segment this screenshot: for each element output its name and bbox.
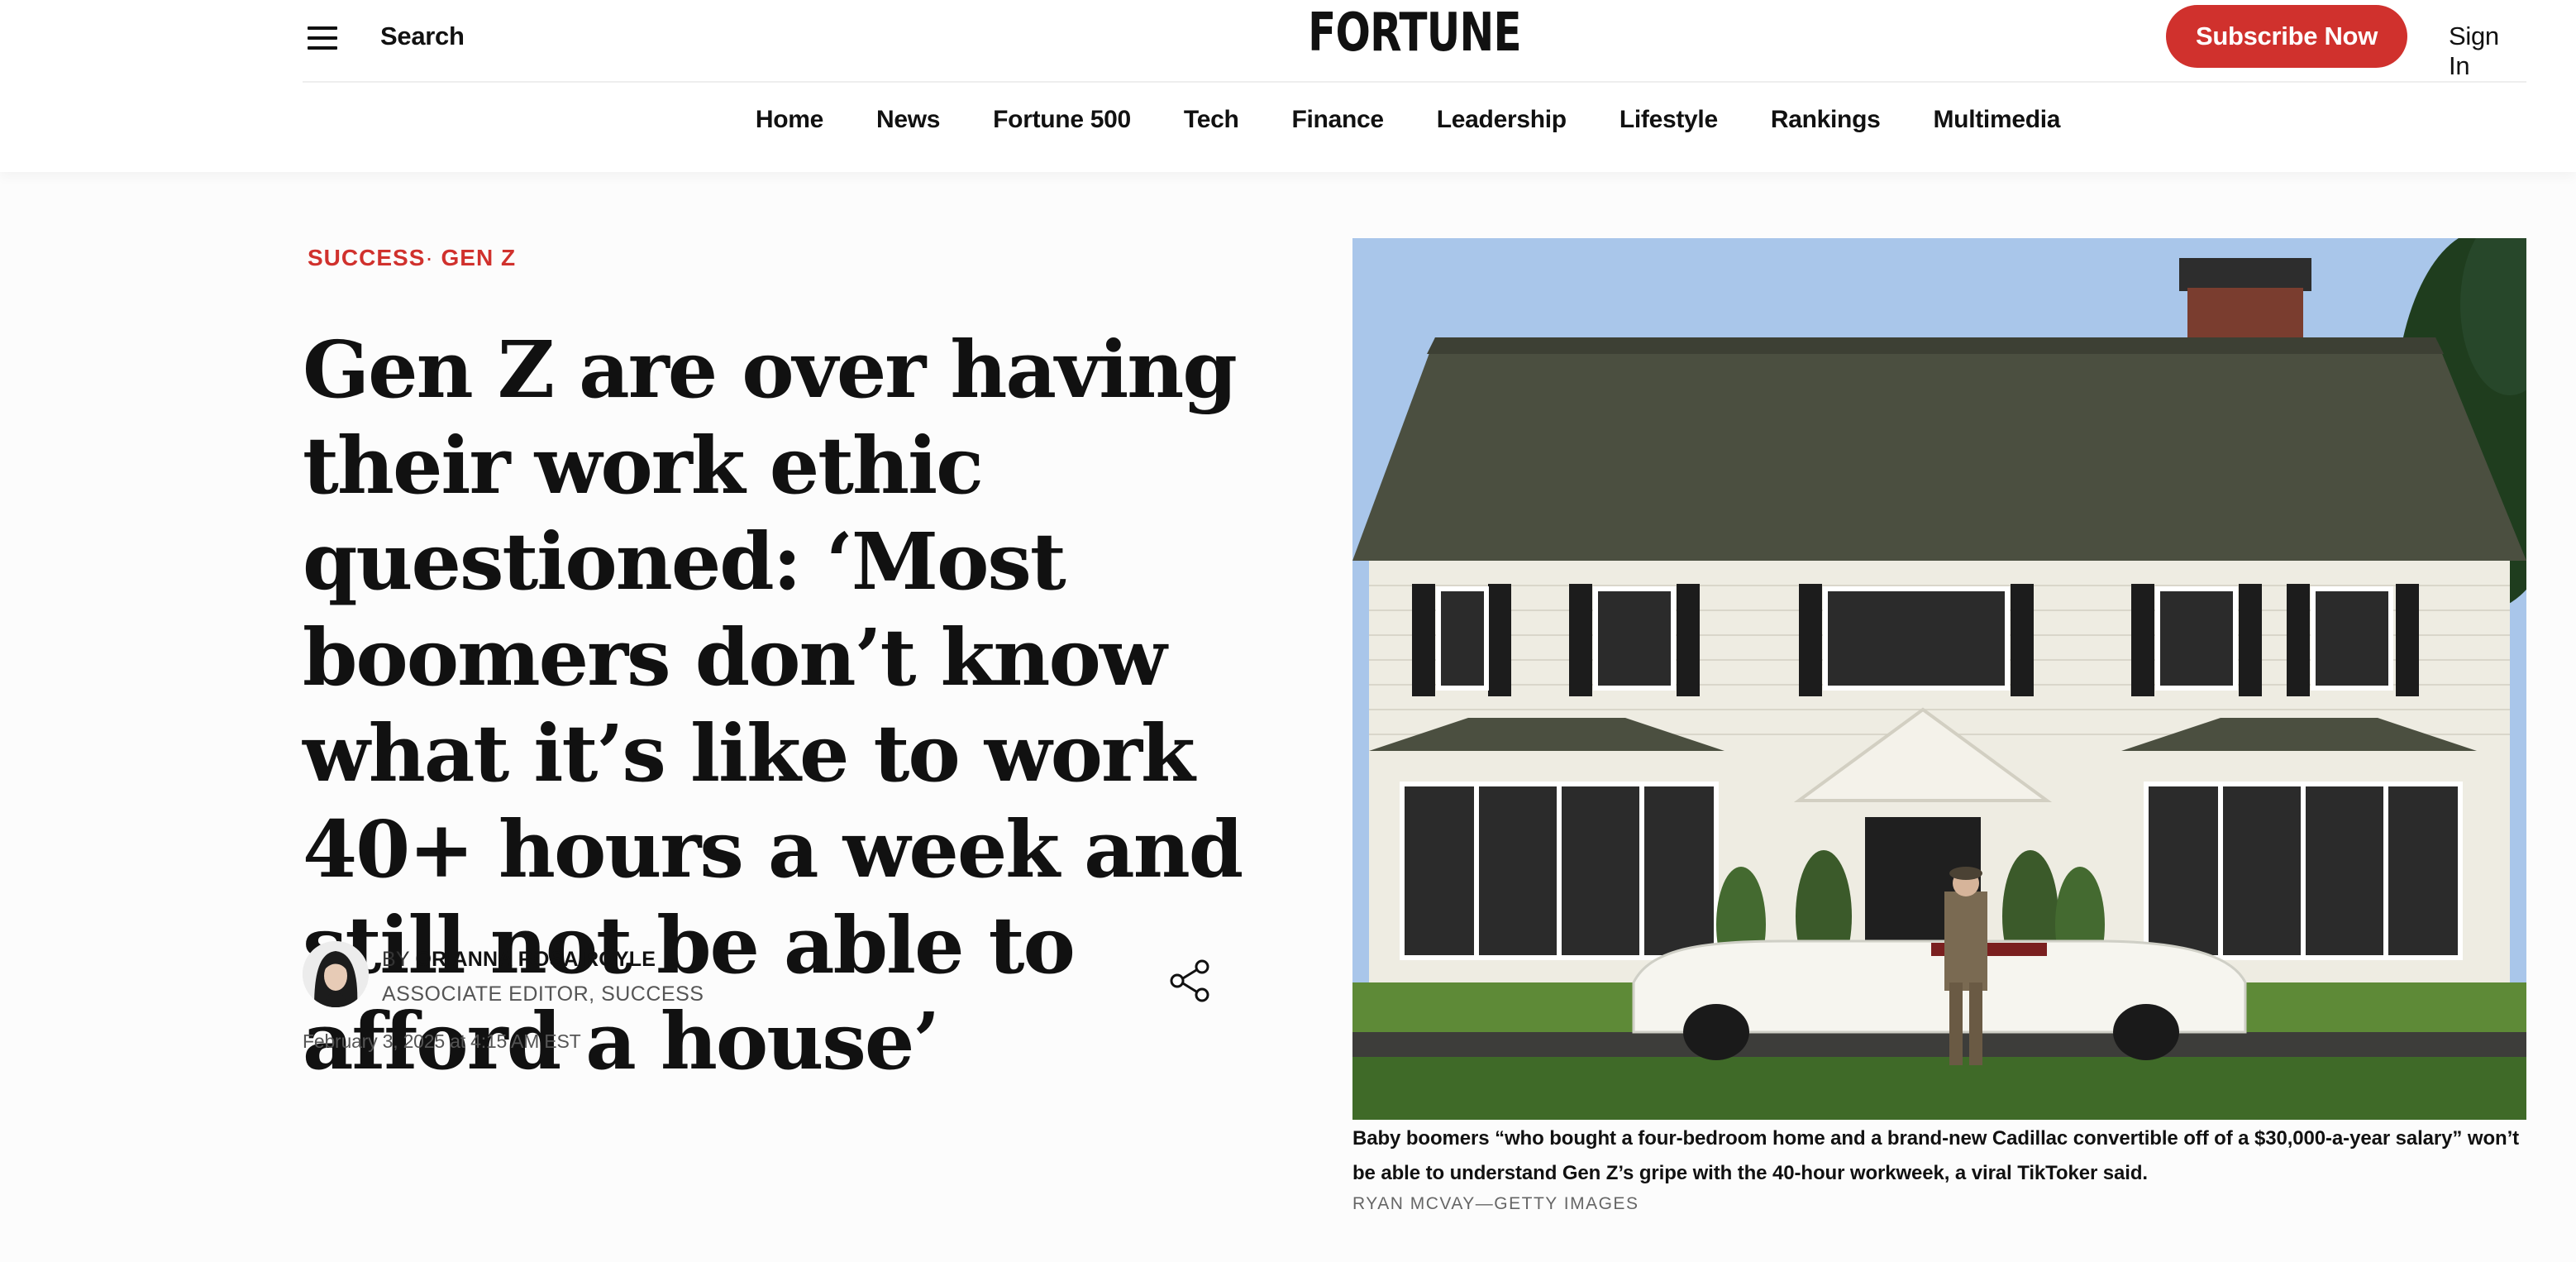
sign-in-link[interactable]: Sign In <box>2449 22 2526 81</box>
author-avatar[interactable] <box>303 941 369 1007</box>
main-nav: Home News Fortune 500 Tech Finance Leade… <box>0 106 2576 147</box>
nav-item-finance[interactable]: Finance <box>1292 106 1385 147</box>
site-header: Search FORTUNE Subscribe Now Sign In Hom… <box>0 0 2576 172</box>
share-icon[interactable] <box>1167 958 1214 1004</box>
publish-date: February 3, 2025 at 4:15 AM EST <box>303 1030 581 1052</box>
author-name-link[interactable]: ORIANNA ROSA ROYLE <box>415 948 656 971</box>
hamburger-menu-icon[interactable] <box>306 22 339 55</box>
hero-image <box>1352 238 2526 1120</box>
nav-item-fortune-500[interactable]: Fortune 500 <box>993 106 1131 147</box>
image-caption: Baby boomers “who bought a four-bedroom … <box>1352 1127 2520 1184</box>
category-separator: · <box>425 245 434 270</box>
nav-item-multimedia[interactable]: Multimedia <box>1933 106 2060 147</box>
nav-item-rankings[interactable]: Rankings <box>1771 106 1881 147</box>
nav-item-leadership[interactable]: Leadership <box>1437 106 1567 147</box>
nav-item-lifestyle[interactable]: Lifestyle <box>1620 106 1718 147</box>
top-bar: Search FORTUNE Subscribe Now Sign In <box>303 0 2526 83</box>
category-success-link[interactable]: SUCCESS <box>308 245 425 270</box>
byline-prefix: BY <box>382 948 410 971</box>
author-role: ASSOCIATE EDITOR, SUCCESS <box>382 982 704 1006</box>
nav-item-home[interactable]: Home <box>756 106 823 147</box>
search-button[interactable]: Search <box>380 22 465 51</box>
nav-item-tech[interactable]: Tech <box>1184 106 1239 147</box>
category-gen-z-link[interactable]: GEN Z <box>441 245 516 270</box>
nav-item-news[interactable]: News <box>876 106 940 147</box>
image-credit: RYAN MCVAY—GETTY IMAGES <box>1352 1194 1639 1213</box>
article-category: SUCCESS· GEN Z <box>308 245 516 271</box>
subscribe-button[interactable]: Subscribe Now <box>2166 5 2407 68</box>
fortune-logo[interactable]: FORTUNE <box>1308 0 1522 66</box>
article-byline: BY ORIANNA ROSA ROYLE ASSOCIATE EDITOR, … <box>303 941 1228 1065</box>
author-line: BY ORIANNA ROSA ROYLE <box>382 948 656 972</box>
